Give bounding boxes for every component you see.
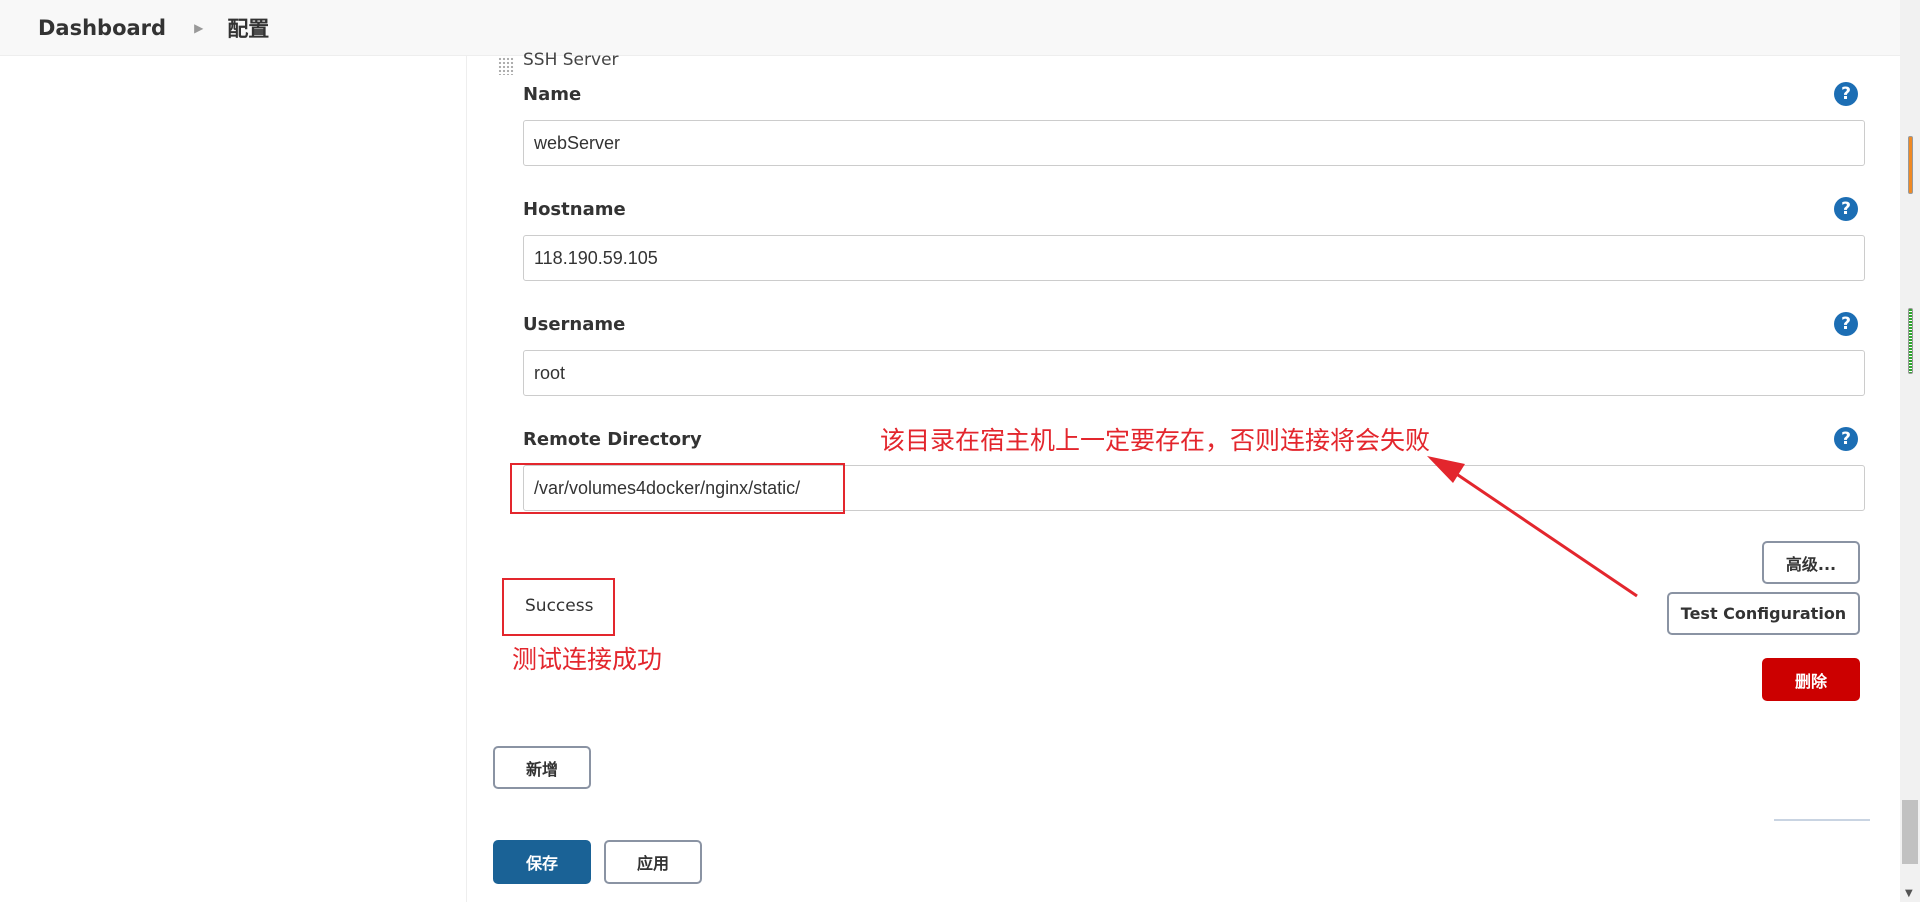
advanced-button[interactable]: 高级...	[1762, 541, 1860, 584]
breadcrumb-dashboard-link[interactable]: Dashboard	[38, 16, 166, 40]
scroll-marker-green	[1908, 308, 1913, 374]
section-title: SSH Server	[523, 50, 619, 70]
annotation-arrow-icon	[1427, 456, 1638, 598]
save-button[interactable]: 保存	[493, 840, 591, 884]
hostname-label: Hostname	[523, 199, 626, 220]
hostname-help-icon[interactable]: ?	[1834, 197, 1858, 221]
breadcrumb: Dashboard ▶ 配置	[0, 0, 1900, 56]
test-result-status: Success	[525, 596, 594, 616]
remote-directory-label: Remote Directory	[523, 429, 702, 450]
directory-note-annotation: 该目录在宿主机上一定要存在，否则连接将会失败	[880, 426, 1431, 455]
remote-directory-highlight-box	[510, 463, 845, 514]
apply-button[interactable]: 应用	[604, 840, 702, 884]
username-label: Username	[523, 314, 626, 335]
delete-button[interactable]: 删除	[1762, 658, 1860, 701]
name-input[interactable]	[523, 120, 1865, 166]
breadcrumb-current: 配置	[227, 16, 270, 41]
test-configuration-button[interactable]: Test Configuration	[1667, 592, 1860, 635]
add-button[interactable]: 新增	[493, 746, 591, 789]
name-help-icon[interactable]: ?	[1834, 82, 1858, 106]
hostname-input[interactable]	[523, 235, 1865, 281]
divider	[1774, 819, 1870, 821]
username-input[interactable]	[523, 350, 1865, 396]
chevron-right-icon: ▶	[194, 20, 204, 35]
drag-handle-icon[interactable]	[498, 57, 514, 75]
scroll-down-arrow-icon[interactable]: ▼	[1905, 888, 1913, 899]
scrollbar-thumb[interactable]	[1902, 800, 1918, 864]
scroll-marker-orange	[1908, 136, 1913, 194]
vertical-scrollbar[interactable]: ▼	[1900, 0, 1920, 902]
username-help-icon[interactable]: ?	[1834, 312, 1858, 336]
main-content: SSH Server Name ? Hostname ? Username ? …	[467, 50, 1900, 902]
name-label: Name	[523, 84, 582, 105]
success-note-annotation: 测试连接成功	[512, 645, 663, 674]
remote-directory-help-icon[interactable]: ?	[1834, 427, 1858, 451]
side-panel	[0, 56, 467, 902]
